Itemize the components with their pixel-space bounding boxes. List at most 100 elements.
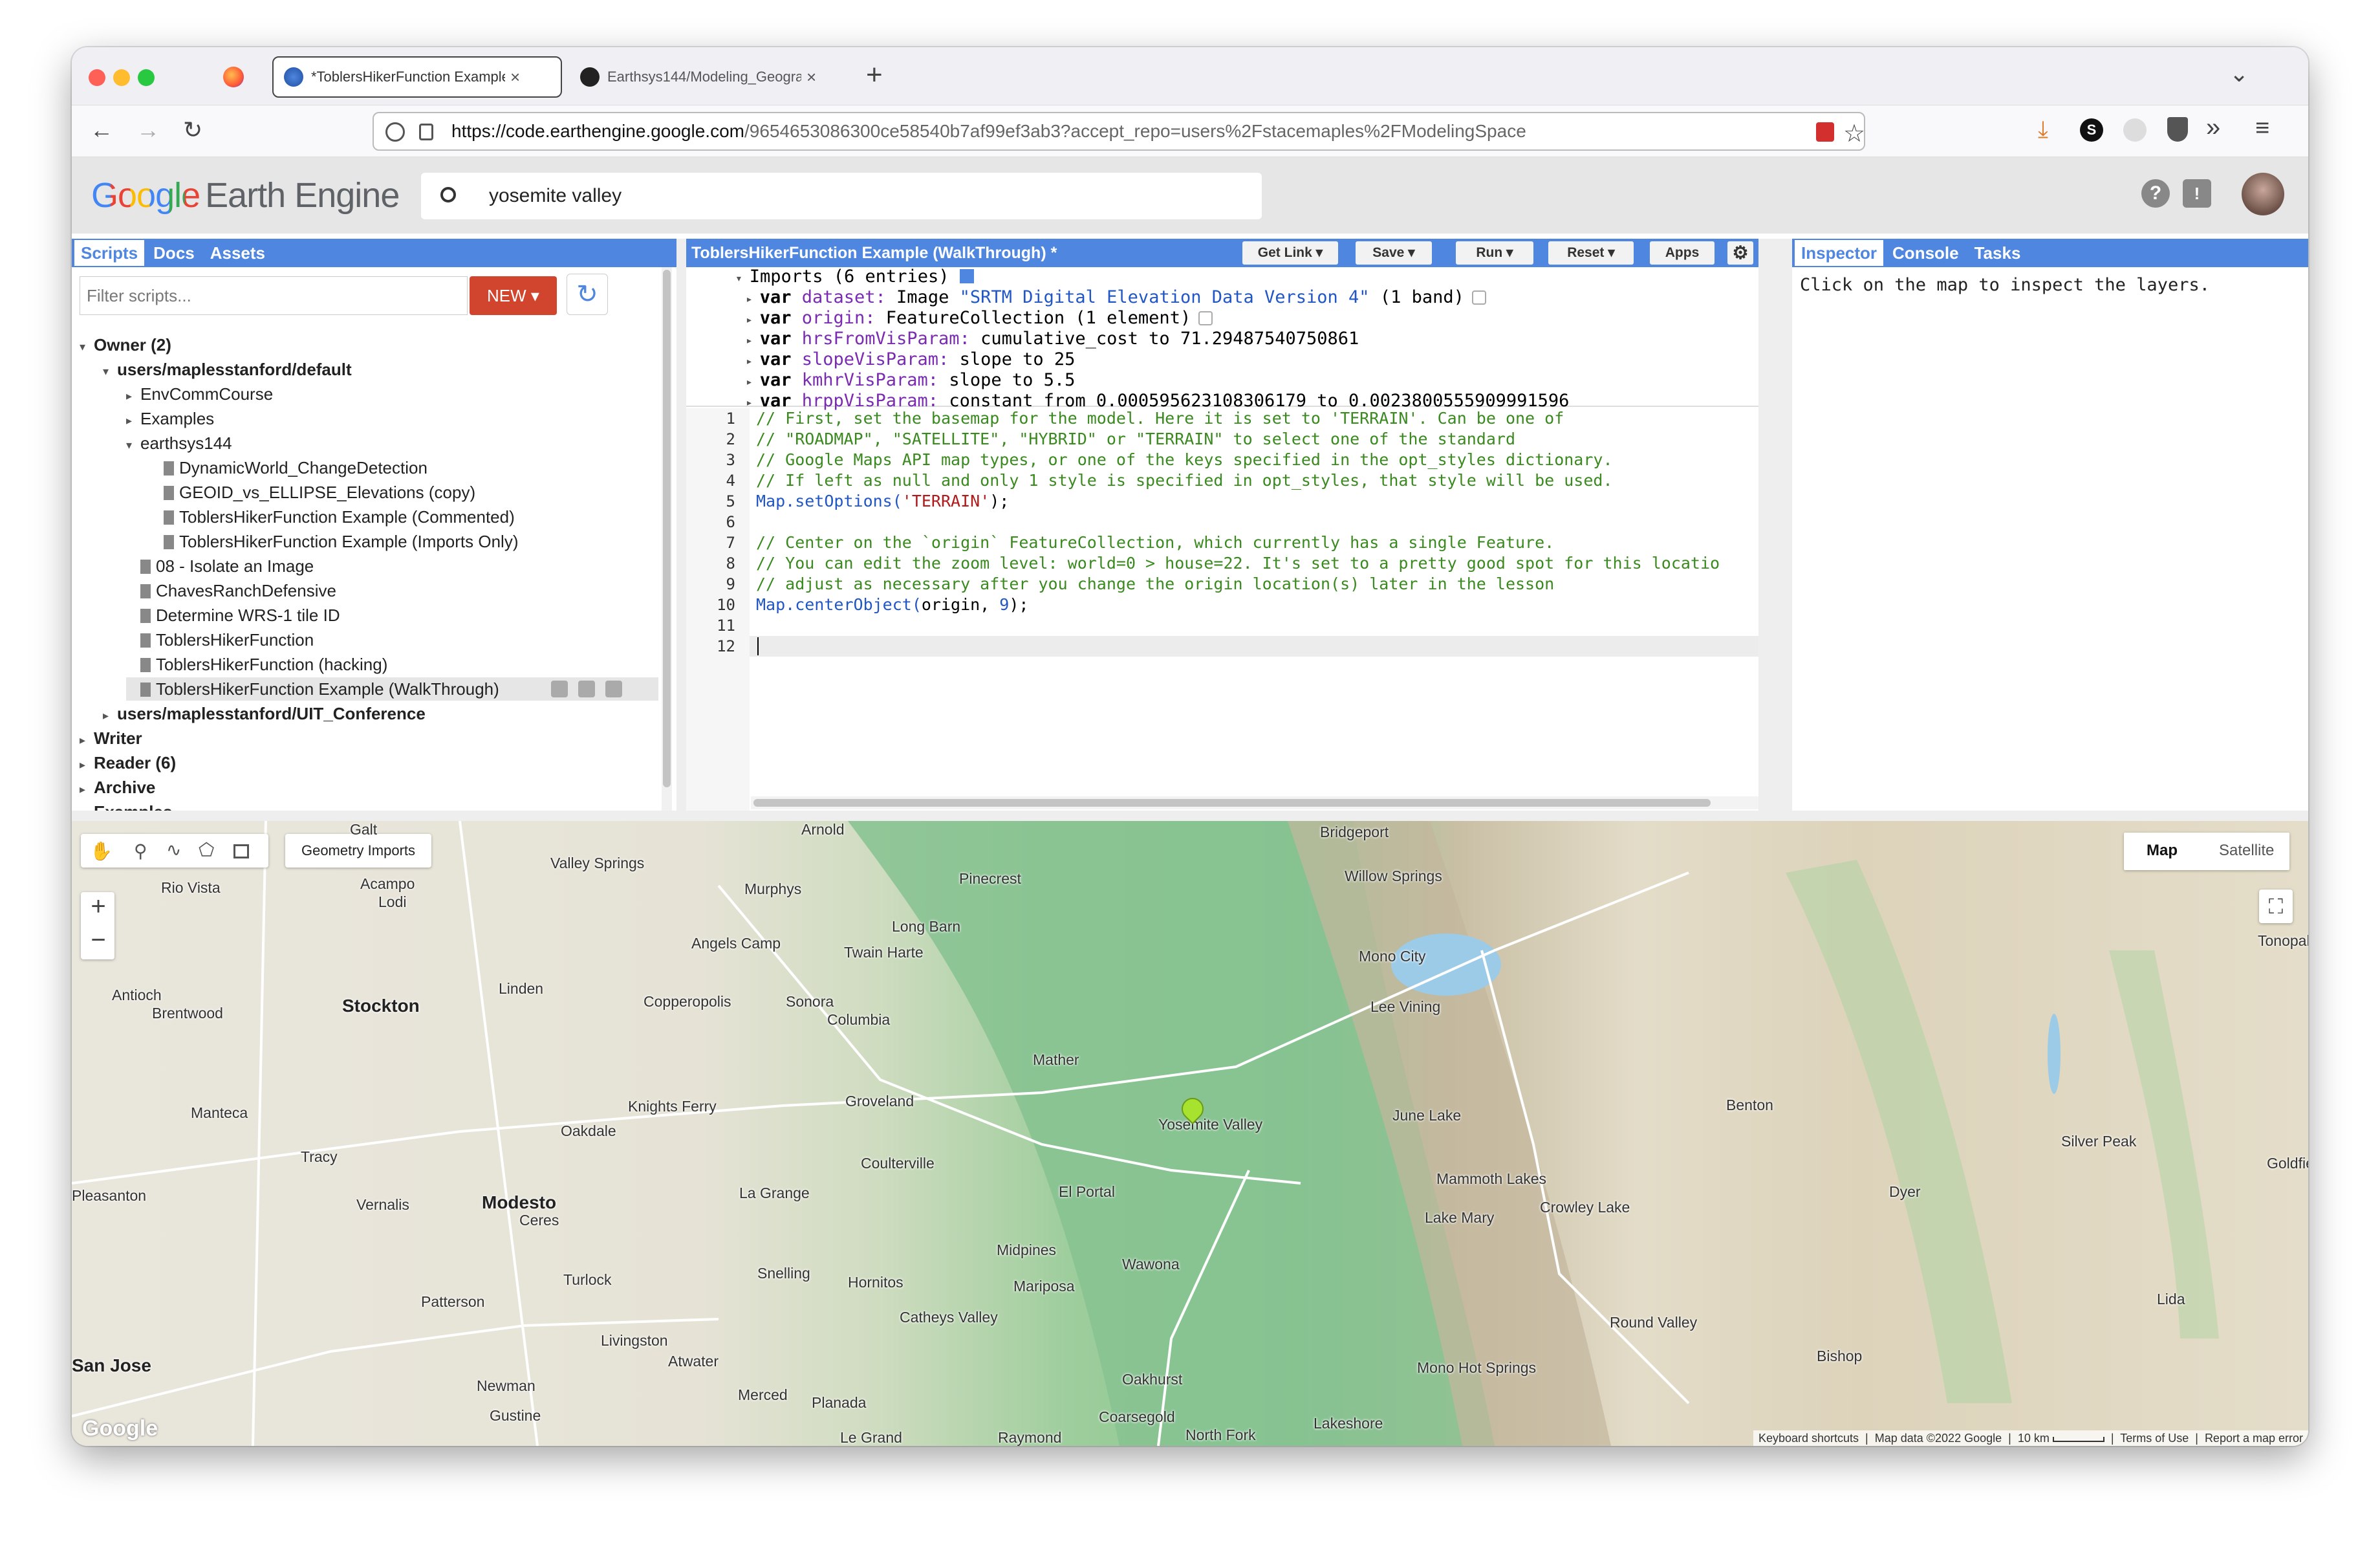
help-icon[interactable]: ? — [2141, 179, 2170, 208]
import-name[interactable]: slopeVisParam: — [802, 349, 949, 369]
collapsed-triangle-icon[interactable]: ▸ — [746, 355, 760, 368]
import-entry[interactable]: ▸ var hrsFromVisParam: cumulative_cost t… — [746, 329, 1758, 350]
tree-item[interactable]: 08 - Isolate an Image — [126, 554, 314, 578]
tree-item[interactable]: ToblersHikerFunction Example (Imports On… — [149, 530, 519, 553]
panel-splitter-left[interactable] — [676, 239, 686, 811]
tree-item[interactable]: ToblersHikerFunction Example (Commented) — [149, 505, 515, 529]
close-icon[interactable]: × — [510, 67, 520, 87]
edit-icon[interactable] — [578, 681, 595, 697]
extension-s-icon[interactable]: S — [2080, 118, 2103, 142]
back-button[interactable]: ← — [90, 117, 113, 143]
tab-inspector[interactable]: Inspector — [1795, 240, 1884, 266]
tree-item[interactable]: ▸ EnvCommCourse — [126, 382, 273, 408]
more-tools-icon[interactable]: » — [2206, 113, 2220, 142]
code-line[interactable] — [756, 615, 1757, 636]
code-line[interactable] — [756, 636, 1757, 657]
terms-link[interactable]: Terms of Use — [2120, 1432, 2189, 1445]
tab-assets[interactable]: Assets — [204, 240, 272, 266]
tree-item[interactable]: ToblersHikerFunction (hacking) — [126, 653, 387, 676]
tree-item[interactable]: ▾ Owner (2) — [80, 333, 171, 358]
point-marker-icon[interactable]: ⚲ — [134, 840, 147, 862]
collapsed-triangle-icon[interactable]: ▸ — [80, 728, 94, 752]
zoom-in-button[interactable]: + — [89, 892, 108, 921]
tree-item[interactable]: ToblersHikerFunction Example (WalkThroug… — [126, 677, 658, 701]
close-window-button[interactable] — [89, 69, 105, 86]
code-line[interactable]: // Google Maps API map types, or one of … — [756, 450, 1757, 470]
close-icon[interactable]: × — [806, 67, 816, 87]
code-line[interactable]: // If left as null and only 1 style is s… — [756, 470, 1757, 491]
tree-item[interactable]: DynamicWorld_ChangeDetection — [149, 456, 427, 479]
hand-pan-icon[interactable]: ✋ — [90, 840, 113, 862]
tree-item[interactable]: ToblersHikerFunction — [126, 628, 314, 651]
fullscreen-button[interactable]: ⛶ — [2259, 890, 2293, 923]
tree-item[interactable]: ▸ users/maplesstanford/UIT_Conference — [103, 702, 426, 727]
pdf-extension-icon[interactable] — [1816, 122, 1834, 142]
import-entry[interactable]: ▸ var slopeVisParam: slope to 25 — [746, 350, 1758, 371]
new-tab-button[interactable]: + — [866, 59, 883, 91]
google-logo[interactable]: Google — [82, 1416, 158, 1441]
code-line[interactable]: // "ROADMAP", "SATELLITE", "HYBRID" or "… — [756, 429, 1757, 450]
tree-item[interactable]: ▸ Reader (6) — [80, 751, 176, 776]
scripts-scrollbar[interactable] — [662, 267, 672, 811]
filter-scripts-input[interactable]: Filter scripts... — [80, 276, 468, 315]
feedback-icon[interactable]: ! — [2183, 179, 2211, 208]
search-input[interactable]: yosemite valley — [421, 173, 1262, 219]
expanded-triangle-icon[interactable]: ▾ — [126, 433, 140, 457]
collapsed-triangle-icon[interactable]: ▸ — [126, 384, 140, 408]
code-line[interactable]: // You can edit the zoom level: world=0 … — [756, 553, 1757, 574]
zoom-window-button[interactable] — [138, 69, 155, 86]
menu-icon[interactable]: ≡ — [2255, 115, 2269, 142]
tree-item[interactable]: Determine WRS-1 tile ID — [126, 604, 340, 627]
report-error-link[interactable]: Report a map error — [2205, 1432, 2303, 1445]
tree-item[interactable]: ▸Examples — [126, 407, 214, 432]
browser-tab[interactable]: Earthsys144/Modeling_Geograp × — [570, 56, 848, 98]
import-entry[interactable]: ▸ var origin: FeatureCollection (1 eleme… — [746, 309, 1758, 329]
zoom-out-button[interactable]: − — [89, 926, 108, 955]
refresh-icon[interactable]: ↻ — [567, 274, 608, 315]
run-button[interactable]: Run ▾ — [1456, 241, 1533, 265]
code-line[interactable]: // adjust as necessary after you change … — [756, 574, 1757, 595]
code-line[interactable]: Map.setOptions('TERRAIN'); — [756, 491, 1757, 512]
collapsed-triangle-icon[interactable]: ▸ — [80, 802, 94, 811]
tree-item[interactable]: GEOID_vs_ELLIPSE_Elevations (copy) — [149, 481, 475, 504]
code-line[interactable]: // Center on the `origin` FeatureCollect… — [756, 532, 1757, 553]
code-line[interactable]: Map.centerObject(origin, 9); — [756, 595, 1757, 615]
download-icon[interactable]: ⤓ — [2038, 116, 2048, 144]
collapsed-triangle-icon[interactable]: ▸ — [746, 313, 760, 327]
code-editor[interactable]: ▾ Imports (6 entries) ▸ var dataset: Ima… — [686, 267, 1758, 811]
polygon-icon[interactable]: ⬠ — [199, 839, 214, 860]
reload-button[interactable]: ↻ — [183, 117, 202, 143]
import-name[interactable]: hrsFromVisParam: — [802, 329, 970, 349]
tree-item[interactable]: ▾ users/maplesstanford/default — [103, 358, 352, 383]
show-generated-code-icon[interactable] — [959, 269, 974, 283]
map-view[interactable]: ✋ ⚲ ∿ ⬠ Geometry Imports + − Map Satelli… — [72, 821, 2308, 1446]
panel-splitter-right[interactable] — [1758, 239, 1792, 811]
import-entry[interactable]: ▸ var dataset: Image "SRTM Digital Eleva… — [746, 288, 1758, 309]
url-field[interactable]: https://code.earthengine.google.com/9654… — [373, 112, 1865, 151]
map-splitter[interactable] — [72, 811, 2308, 821]
delete-icon[interactable] — [605, 681, 622, 697]
collapsed-triangle-icon[interactable]: ▸ — [746, 334, 760, 347]
tab-console[interactable]: Console — [1886, 240, 1965, 266]
import-name[interactable]: kmhrVisParam: — [802, 370, 938, 390]
map-type-satellite-button[interactable]: Satellite — [2219, 842, 2274, 860]
keyboard-shortcuts-link[interactable]: Keyboard shortcuts — [1758, 1432, 1859, 1445]
chevron-down-icon[interactable]: ⌄ — [2229, 60, 2249, 87]
tree-item[interactable]: ChavesRanchDefensive — [126, 579, 336, 602]
asset-details-icon[interactable] — [1471, 290, 1486, 305]
tab-docs[interactable]: Docs — [147, 240, 201, 266]
lock-icon[interactable] — [419, 124, 433, 140]
collapsed-triangle-icon[interactable]: ▸ — [746, 292, 760, 306]
tree-item[interactable]: ▸Examples — [80, 800, 172, 811]
star-icon[interactable]: ☆ — [1843, 116, 1864, 149]
browser-tab-active[interactable]: *ToblersHikerFunction Example × — [272, 56, 562, 98]
minimize-window-button[interactable] — [113, 69, 130, 86]
new-button[interactable]: NEW ▾ — [470, 276, 557, 315]
extension-u-icon[interactable] — [2123, 118, 2147, 142]
collapsed-triangle-icon[interactable]: ▸ — [126, 409, 140, 432]
code-line[interactable]: // First, set the basemap for the model.… — [756, 408, 1757, 429]
collapsed-triangle-icon[interactable]: ▸ — [103, 704, 117, 727]
apps-button[interactable]: Apps — [1650, 241, 1715, 265]
tab-scripts[interactable]: Scripts — [74, 240, 145, 266]
history-icon[interactable] — [550, 681, 568, 697]
